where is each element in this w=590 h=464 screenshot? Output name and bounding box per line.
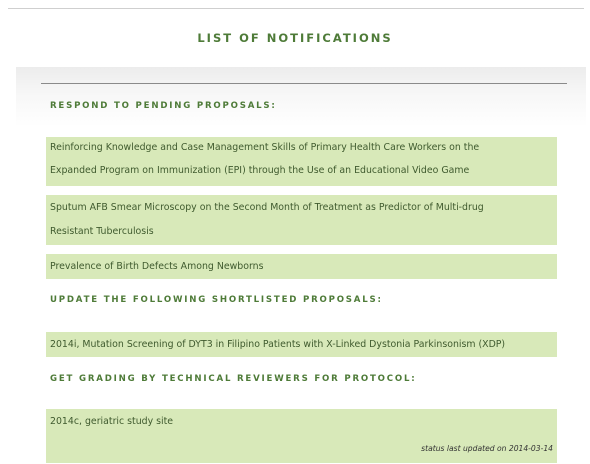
notification-line: Resistant Tuberculosis xyxy=(50,226,154,237)
notification-item-geriatric-study-site[interactable]: 2014c, geriatric study site status last … xyxy=(46,409,557,463)
status-timestamp: status last updated on 2014-03-14 xyxy=(421,444,553,453)
page-title: LIST OF NOTIFICATIONS xyxy=(197,31,393,45)
panel-divider xyxy=(41,83,567,84)
notification-line: Reinforcing Knowledge and Case Managemen… xyxy=(50,142,480,153)
notification-item-dyt3-screening[interactable]: 2014i, Mutation Screening of DYT3 in Fil… xyxy=(46,332,557,357)
notification-item-epi-video-game[interactable]: Reinforcing Knowledge and Case Managemen… xyxy=(46,137,557,186)
section-label-technical-reviewers: GET GRADING BY TECHNICAL REVIEWERS FOR P… xyxy=(50,374,417,384)
notification-line: Sputum AFB Smear Microscopy on the Secon… xyxy=(50,202,484,213)
page-header: LIST OF NOTIFICATIONS xyxy=(0,9,590,67)
notification-item-birth-defects[interactable]: Prevalence of Birth Defects Among Newbor… xyxy=(46,254,557,279)
notification-line: Prevalence of Birth Defects Among Newbor… xyxy=(50,261,264,272)
content-panel-background xyxy=(16,67,586,127)
section-label-shortlisted-proposals: UPDATE THE FOLLOWING SHORTLISTED PROPOSA… xyxy=(50,295,383,305)
notification-line: 2014i, Mutation Screening of DYT3 in Fil… xyxy=(50,339,506,350)
notification-line: Expanded Program on Immunization (EPI) t… xyxy=(50,165,470,176)
section-label-pending-proposals: RESPOND TO PENDING PROPOSALS: xyxy=(50,101,277,111)
notification-item-sputum-afb[interactable]: Sputum AFB Smear Microscopy on the Secon… xyxy=(46,195,557,245)
notification-line: 2014c, geriatric study site xyxy=(50,416,174,427)
